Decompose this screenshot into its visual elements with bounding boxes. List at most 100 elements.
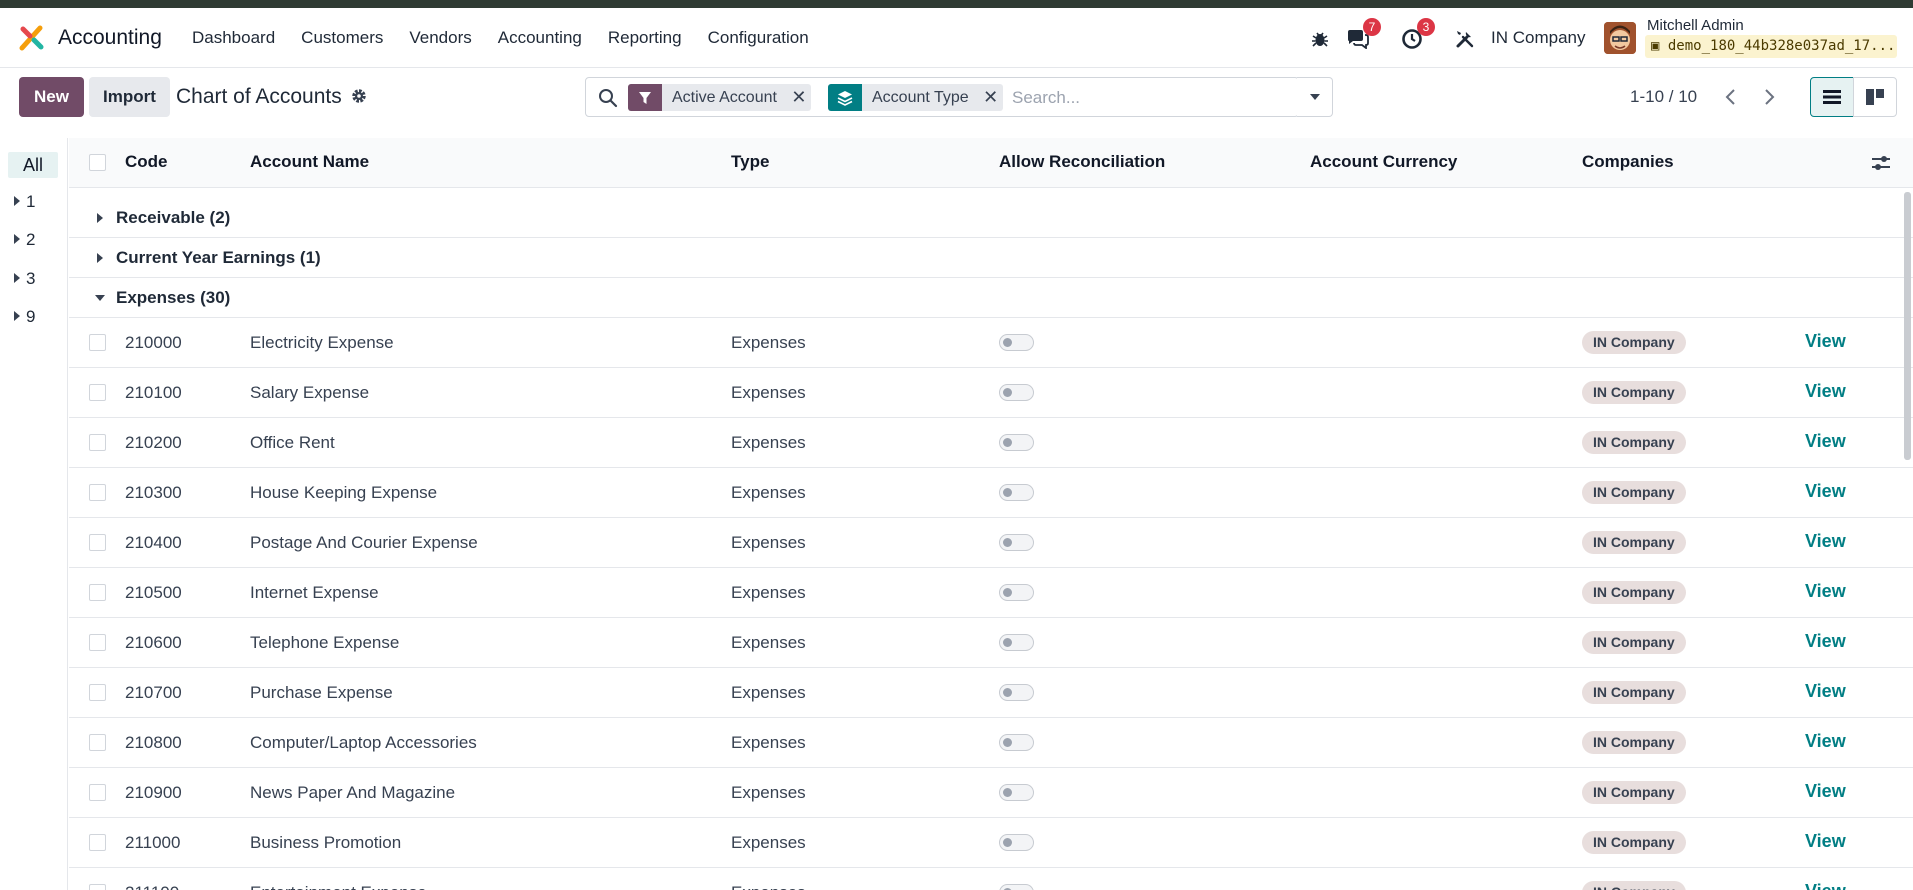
remove-facet-icon[interactable]: ✕ — [787, 87, 811, 108]
reconcile-toggle[interactable] — [999, 734, 1034, 751]
company-tag: IN Company — [1582, 331, 1686, 354]
user-avatar[interactable] — [1604, 22, 1636, 54]
table-row[interactable]: 210700 Purchase Expense Expenses IN Company… — [69, 668, 1913, 718]
row-checkbox[interactable] — [89, 684, 106, 701]
pager-next[interactable] — [1750, 77, 1790, 117]
accounting-app-icon[interactable] — [18, 24, 46, 52]
reconcile-toggle[interactable] — [999, 534, 1034, 551]
row-checkbox[interactable] — [89, 834, 106, 851]
row-checkbox[interactable] — [89, 334, 106, 351]
search-input[interactable] — [1012, 86, 1292, 110]
optional-columns-icon[interactable] — [1871, 154, 1891, 172]
view-link[interactable]: View — [1805, 781, 1846, 802]
company-switcher[interactable]: IN Company — [1491, 28, 1585, 48]
column-account-name[interactable]: Account Name — [250, 152, 369, 172]
group-label: Receivable (2) — [116, 208, 231, 227]
view-link[interactable]: View — [1805, 731, 1846, 752]
kanban-view-button[interactable] — [1853, 77, 1897, 117]
row-checkbox[interactable] — [89, 784, 106, 801]
row-checkbox[interactable] — [89, 584, 106, 601]
view-link[interactable]: View — [1805, 381, 1846, 402]
list-view-button[interactable] — [1810, 77, 1854, 117]
view-link[interactable]: View — [1805, 631, 1846, 652]
group-row[interactable]: Receivable (2) — [69, 198, 1913, 238]
table-row[interactable]: 210000 Electricity Expense Expenses IN Comp… — [69, 318, 1913, 368]
search-panel-item-1[interactable]: 1 — [14, 192, 35, 212]
table-row[interactable]: 211100 Entertainment Expense Expenses IN Co… — [69, 868, 1913, 890]
menu-vendors[interactable]: Vendors — [409, 28, 471, 48]
view-link[interactable]: View — [1805, 431, 1846, 452]
reconcile-toggle[interactable] — [999, 634, 1034, 651]
reconcile-toggle[interactable] — [999, 384, 1034, 401]
cell-account-name: News Paper And Magazine — [250, 783, 456, 802]
row-checkbox[interactable] — [89, 534, 106, 551]
import-button[interactable]: Import — [89, 77, 170, 117]
messages-button[interactable]: 7 — [1343, 18, 1381, 56]
search-panel-item-3[interactable]: 3 — [14, 269, 35, 289]
search-panel-item-2[interactable]: 2 — [14, 230, 35, 250]
table-row[interactable]: 210100 Salary Expense Expenses IN Company Vi… — [69, 368, 1913, 418]
table-row[interactable]: 210800 Computer/Laptop Accessories Expense… — [69, 718, 1913, 768]
column-code[interactable]: Code — [125, 152, 168, 172]
table-row[interactable]: 210200 Office Rent Expenses IN Company View — [69, 418, 1913, 468]
pager-value[interactable]: 1-10 / 10 — [1630, 87, 1697, 107]
new-button[interactable]: New — [19, 77, 84, 117]
row-checkbox[interactable] — [89, 884, 106, 890]
menu-reporting[interactable]: Reporting — [608, 28, 682, 48]
reconcile-toggle[interactable] — [999, 684, 1034, 701]
row-checkbox[interactable] — [89, 434, 106, 451]
caret-right-icon — [14, 273, 20, 283]
view-link[interactable]: View — [1805, 331, 1846, 352]
table-row[interactable]: 210900 News Paper And Magazine Expenses IN … — [69, 768, 1913, 818]
search-icon[interactable] — [598, 88, 618, 108]
reconcile-toggle[interactable] — [999, 334, 1034, 351]
debug-button[interactable] — [1306, 22, 1334, 56]
menu-customers[interactable]: Customers — [301, 28, 383, 48]
table-row[interactable]: 210300 House Keeping Expense Expenses IN Co… — [69, 468, 1913, 518]
reconcile-toggle[interactable] — [999, 884, 1034, 890]
reconcile-toggle[interactable] — [999, 584, 1034, 601]
tools-button[interactable] — [1452, 22, 1478, 56]
view-link[interactable]: View — [1805, 881, 1846, 890]
gear-icon[interactable] — [350, 87, 368, 105]
group-row[interactable]: Expenses (30) — [69, 278, 1913, 318]
column-companies[interactable]: Companies — [1582, 152, 1674, 172]
select-all-checkbox[interactable] — [89, 154, 106, 171]
company-tag: IN Company — [1582, 781, 1686, 804]
reconcile-toggle[interactable] — [999, 834, 1034, 851]
table-row[interactable]: 210600 Telephone Expense Expenses IN Compan… — [69, 618, 1913, 668]
menu-configuration[interactable]: Configuration — [708, 28, 809, 48]
menu-accounting[interactable]: Accounting — [498, 28, 582, 48]
menu-dashboard[interactable]: Dashboard — [192, 28, 275, 48]
view-link[interactable]: View — [1805, 481, 1846, 502]
table-row[interactable]: 210400 Postage And Courier Expense Expense… — [69, 518, 1913, 568]
view-link[interactable]: View — [1805, 831, 1846, 852]
cell-code: 211100 — [125, 883, 179, 890]
search-panel-item-9[interactable]: 9 — [14, 307, 35, 327]
view-link[interactable]: View — [1805, 581, 1846, 602]
view-link[interactable]: View — [1805, 531, 1846, 552]
row-checkbox[interactable] — [89, 634, 106, 651]
group-row[interactable]: Current Year Earnings (1) — [69, 238, 1913, 278]
column-type[interactable]: Type — [731, 152, 769, 172]
row-checkbox[interactable] — [89, 484, 106, 501]
column-allow-reconciliation[interactable]: Allow Reconciliation — [999, 152, 1165, 172]
row-checkbox[interactable] — [89, 384, 106, 401]
reconcile-toggle[interactable] — [999, 484, 1034, 501]
table-row[interactable]: 211000 Business Promotion Expenses IN Compa… — [69, 818, 1913, 868]
activities-button[interactable]: 3 — [1397, 18, 1435, 56]
app-name[interactable]: Accounting — [58, 26, 162, 50]
search-panel-all[interactable]: All — [8, 152, 58, 178]
reconcile-toggle[interactable] — [999, 784, 1034, 801]
reconcile-toggle[interactable] — [999, 434, 1034, 451]
pager-previous[interactable] — [1710, 77, 1750, 117]
table-row[interactable]: 210500 Internet Expense Expenses IN Company… — [69, 568, 1913, 618]
view-link[interactable]: View — [1805, 681, 1846, 702]
user-name[interactable]: Mitchell Admin — [1647, 17, 1744, 34]
remove-facet-icon[interactable]: ✕ — [979, 87, 1003, 108]
column-account-currency[interactable]: Account Currency — [1310, 152, 1457, 172]
row-checkbox[interactable] — [89, 734, 106, 751]
search-options-toggle[interactable] — [1297, 77, 1333, 117]
company-tag: IN Company — [1582, 881, 1686, 890]
list-scrollbar[interactable] — [1904, 192, 1911, 460]
